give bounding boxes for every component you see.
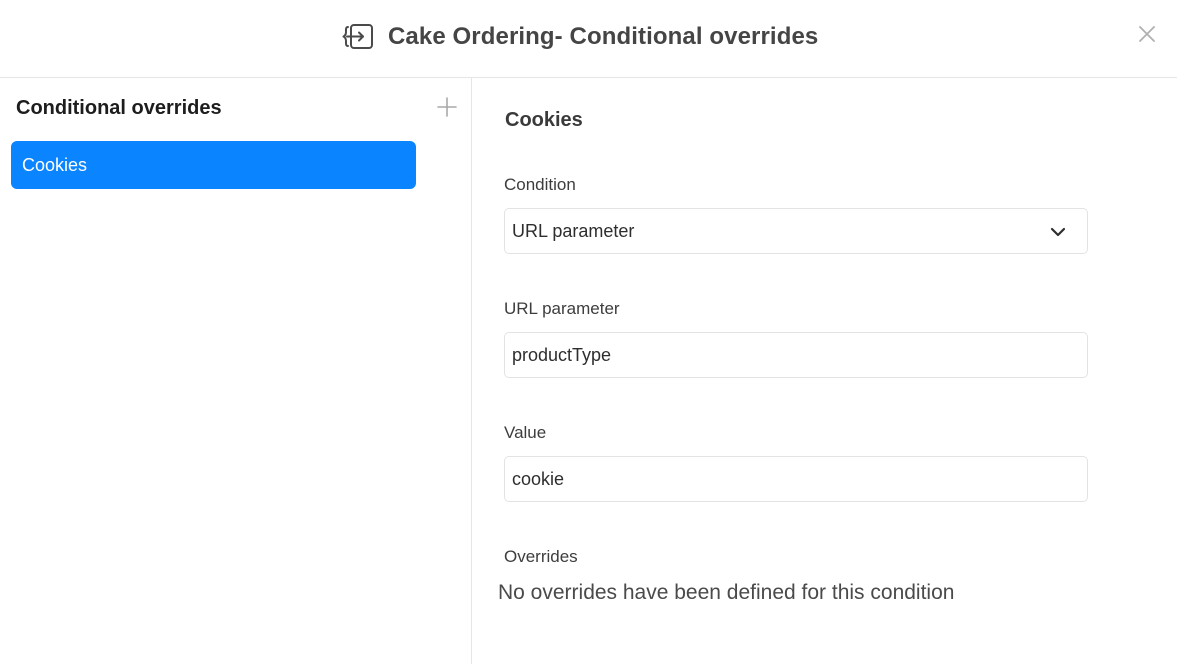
dialog-header: Cake Ordering- Conditional overrides	[0, 0, 1177, 78]
condition-value: URL parameter	[512, 220, 635, 241]
condition-label: Condition	[504, 175, 576, 194]
url-parameter-input[interactable]: productType	[504, 332, 1088, 378]
chevron-down-icon	[1049, 223, 1067, 241]
plus-icon	[437, 96, 457, 122]
url-parameter-value: productType	[512, 344, 612, 365]
dialog-title-group: Cake Ordering- Conditional overrides	[342, 20, 818, 54]
value-label: Value	[504, 423, 547, 442]
override-detail-panel: Cookies Condition URL parameter URL para…	[473, 78, 1177, 664]
sidebar-item-label: Cookies	[22, 154, 88, 175]
overrides-label: Overrides	[504, 547, 578, 566]
close-button[interactable]	[1134, 23, 1160, 49]
condition-select[interactable]: URL parameter	[504, 208, 1088, 254]
value-field-value: cookie	[512, 468, 565, 489]
overrides-sidebar: Conditional overrides Cookies	[0, 78, 472, 664]
sidebar-title: Conditional overrides	[16, 97, 222, 119]
value-input[interactable]: cookie	[504, 456, 1088, 502]
overrides-empty-message: No overrides have been defined for this …	[498, 581, 955, 604]
close-icon	[1138, 25, 1156, 48]
dialog-title: Cake Ordering- Conditional overrides	[388, 23, 819, 50]
section-title: Cookies	[505, 109, 583, 131]
add-override-button[interactable]	[436, 96, 458, 122]
sidebar-item-cookies[interactable]: Cookies	[11, 141, 416, 189]
url-parameter-label: URL parameter	[504, 299, 620, 318]
exit-brackets-icon	[342, 21, 374, 53]
